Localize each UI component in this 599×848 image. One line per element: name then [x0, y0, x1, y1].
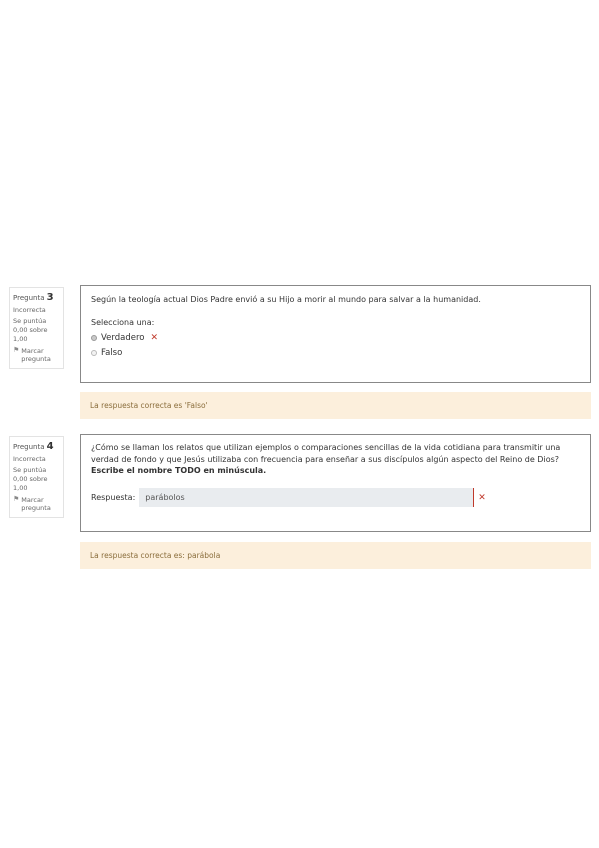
flag-question-label: Marcar pregunta: [21, 495, 51, 513]
question-4-title: Pregunta 4: [13, 440, 60, 454]
question-3-title: Pregunta 3: [13, 291, 60, 305]
question-4-content: ¿Cómo se llaman los relatos que utilizan…: [80, 434, 591, 532]
question-text: ¿Cómo se llaman los relatos que utilizan…: [91, 442, 580, 477]
answer-row: Respuesta: parábolos ✕: [91, 488, 486, 507]
option-label: Verdadero: [101, 333, 145, 343]
question-grade: Se puntúa 0,00 sobre 1,00: [13, 466, 48, 492]
question-text: Según la teología actual Dios Padre envi…: [91, 295, 481, 304]
question-grade: Se puntúa 0,00 sobre 1,00: [13, 317, 48, 343]
option-verdadero[interactable]: Verdadero ✕: [91, 333, 158, 343]
flag-icon: ⚑: [13, 345, 20, 354]
question-3-info: Pregunta 3 Incorrecta Se puntúa 0,00 sob…: [9, 287, 64, 370]
flag-question-button[interactable]: ⚑ Marcar pregunta: [13, 345, 60, 365]
question-title-word: Pregunta: [13, 294, 45, 302]
correct-answer-text: La respuesta correcta es 'Falso': [90, 401, 208, 410]
correct-answer-text: La respuesta correcta es: parábola: [90, 551, 221, 560]
option-label: Falso: [101, 348, 123, 358]
question-3-content: Según la teología actual Dios Padre envi…: [80, 285, 591, 383]
flag-question-button[interactable]: ⚑ Marcar pregunta: [13, 494, 60, 514]
flag-icon: ⚑: [13, 494, 20, 503]
radio-verdadero[interactable]: [91, 335, 97, 341]
flag-question-label: Marcar pregunta: [21, 346, 51, 364]
question-text-instruction: Escribe el nombre TODO en minúscula.: [91, 466, 267, 476]
question-state: Incorrecta: [13, 305, 46, 314]
x-mark-icon: ✕: [150, 333, 159, 343]
answer-input[interactable]: parábolos: [139, 488, 475, 507]
answer-label: Respuesta:: [91, 493, 136, 502]
question-title-word: Pregunta: [13, 443, 45, 451]
option-falso[interactable]: Falso: [91, 348, 122, 358]
question-text-plain: ¿Cómo se llaman los relatos que utilizan…: [91, 443, 561, 464]
radio-falso[interactable]: [91, 350, 97, 356]
question-4-feedback: La respuesta correcta es: parábola: [80, 542, 591, 569]
x-mark-icon: ✕: [478, 492, 486, 503]
question-number: 4: [46, 441, 54, 452]
question-4-info: Pregunta 4 Incorrecta Se puntúa 0,00 sob…: [9, 436, 64, 519]
answer-prompt: Selecciona una:: [91, 318, 155, 327]
question-state: Incorrecta: [13, 454, 46, 463]
question-3-feedback: La respuesta correcta es 'Falso': [80, 392, 591, 419]
question-number: 3: [46, 292, 54, 303]
